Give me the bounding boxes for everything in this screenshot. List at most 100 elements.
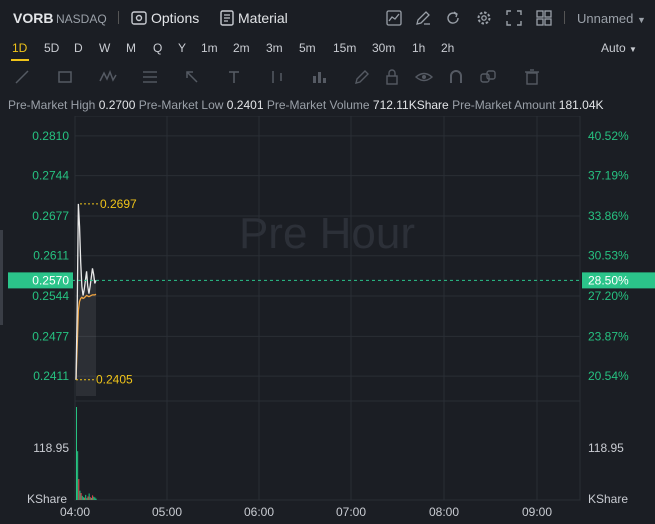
volume-bar <box>88 493 90 500</box>
current-price-line: 0.2570 28.50% <box>8 272 655 289</box>
percent-tick-label: 27.20% <box>588 289 629 303</box>
stat-label: Pre-Market Volume <box>266 98 370 112</box>
volume-bar <box>89 497 91 500</box>
timeframe-1d[interactable]: 1D <box>12 41 27 55</box>
pre-market-stats: Pre-Market High 0.2700 Pre-Market Low 0.… <box>8 98 604 112</box>
lock-tool-icon[interactable] <box>382 67 402 87</box>
volume-tick-label: 118.95 <box>33 441 69 455</box>
volume-bar <box>80 493 82 500</box>
timeframe-1m[interactable]: 1m <box>201 41 218 55</box>
volume-bar <box>78 479 80 500</box>
edit-icon[interactable] <box>414 9 432 27</box>
drawing-toolbar <box>0 62 655 92</box>
chart-bar-icon[interactable] <box>309 67 329 87</box>
pencil-tool-icon[interactable] <box>352 67 372 87</box>
percent-tick-label: 37.19% <box>588 169 629 183</box>
timeframe-2h[interactable]: 2h <box>441 41 454 55</box>
price-tick-label: 0.2477 <box>32 329 69 343</box>
wave-tool-icon[interactable] <box>98 67 118 87</box>
active-timeframe-indicator <box>11 59 29 61</box>
price-area <box>76 203 96 396</box>
price-axis-left: 0.2810 0.2744 0.2677 0.2611 0.2544 0.2477 0.24… <box>27 129 69 506</box>
chart-grid <box>74 116 581 501</box>
timeframe-w[interactable]: W <box>99 41 110 55</box>
volume-bar <box>90 497 92 500</box>
price-tick-label: 0.2411 <box>33 369 69 383</box>
bar-tool-icon[interactable] <box>267 67 287 87</box>
symbol-label[interactable]: VORB <box>13 10 53 26</box>
timeframe-5d[interactable]: 5D <box>44 41 59 55</box>
text-tool-icon[interactable] <box>224 67 244 87</box>
delete-tool-icon[interactable] <box>522 67 542 87</box>
timeframe-3m[interactable]: 3m <box>266 41 283 55</box>
material-icon[interactable] <box>218 9 236 27</box>
timeframe-m[interactable]: M <box>126 41 136 55</box>
price-tick-label: 0.2677 <box>32 209 69 223</box>
grid-icon[interactable] <box>535 9 553 27</box>
timeframe-q[interactable]: Q <box>153 41 162 55</box>
stat-value: 181.04K <box>558 98 604 112</box>
layout-select[interactable]: Unnamed ▼ <box>577 11 646 26</box>
current-percent-label: 28.50% <box>588 273 629 287</box>
volume-bar <box>76 407 77 500</box>
fullscreen-icon[interactable] <box>505 9 523 27</box>
rect-tool-icon[interactable] <box>55 67 75 87</box>
time-axis: 04:00 05:00 06:00 07:00 08:00 09:00 <box>60 505 552 519</box>
exchange-label: NASDAQ <box>56 12 107 26</box>
time-tick-label: 09:00 <box>522 505 552 519</box>
volume-bar <box>93 496 95 500</box>
timeframe-d[interactable]: D <box>74 41 83 55</box>
plot-frame <box>74 116 581 501</box>
time-tick-label: 05:00 <box>152 505 182 519</box>
chart-icon[interactable] <box>385 9 403 27</box>
timeframe-bar: 1D 5D D W M Q Y 1m 2m 3m 5m 15m 30m 1h 2… <box>0 36 655 62</box>
settings-icon[interactable] <box>475 9 493 27</box>
stat-value: 0.2401 <box>226 98 264 112</box>
current-price-label: 0.2570 <box>32 273 69 287</box>
refresh-icon[interactable] <box>444 9 462 27</box>
price-tick-label: 0.2744 <box>32 169 69 183</box>
timeframe-5m[interactable]: 5m <box>299 41 316 55</box>
caret-down-icon: ▼ <box>629 45 637 54</box>
link-tool-icon[interactable] <box>478 67 498 87</box>
percent-tick-label: 20.54% <box>588 369 629 383</box>
price-chart[interactable]: Pre Hour 0.28100.27440.26770.26110.25440… <box>0 116 655 524</box>
volume-bar <box>86 498 88 500</box>
line-tool-icon[interactable] <box>12 67 32 87</box>
eye-tool-icon[interactable] <box>414 67 434 87</box>
volume-tick-label: 118.95 <box>588 441 624 455</box>
caret-down-icon: ▼ <box>637 15 646 25</box>
time-tick-label: 08:00 <box>429 505 459 519</box>
timeframe-15m[interactable]: 15m <box>333 41 356 55</box>
timeframe-1h[interactable]: 1h <box>412 41 425 55</box>
options-icon[interactable] <box>130 9 148 27</box>
price-tick-label: 0.2544 <box>32 289 69 303</box>
price-tick-label: 0.2611 <box>33 249 69 263</box>
percent-axis-right: 40.52% 37.19% 33.86% 30.53% 27.20% 23.87% 20.5… <box>588 129 629 506</box>
stat-label: Pre-Market Low <box>138 98 224 112</box>
volume-bar <box>77 451 79 500</box>
volume-bar <box>95 498 97 500</box>
price-tick-label: 0.2810 <box>32 129 69 143</box>
percent-tick-label: 40.52% <box>588 129 629 143</box>
volume-unit-label: KShare <box>27 492 67 506</box>
timeframe-y[interactable]: Y <box>178 41 186 55</box>
material-button[interactable]: Material <box>238 10 288 26</box>
low-marker-label: 0.2405 <box>96 373 133 387</box>
volume-bar <box>85 494 87 500</box>
timeframe-30m[interactable]: 30m <box>372 41 395 55</box>
volume-bar <box>79 490 81 500</box>
arrow-tool-icon[interactable] <box>182 67 202 87</box>
magnet-tool-icon[interactable] <box>446 67 466 87</box>
volume-bar <box>87 496 89 500</box>
timeframe-2m[interactable]: 2m <box>233 41 250 55</box>
fib-tool-icon[interactable] <box>140 67 160 87</box>
stat-label: Pre-Market High <box>8 98 96 112</box>
scale-mode-label: Auto <box>601 41 626 55</box>
divider <box>118 11 119 24</box>
scale-mode-select[interactable]: Auto ▼ <box>601 41 637 55</box>
options-button[interactable]: Options <box>151 10 199 26</box>
time-tick-label: 07:00 <box>336 505 366 519</box>
high-marker-label: 0.2697 <box>100 197 137 211</box>
top-toolbar: VORB NASDAQ Options Material Unnamed ▼ <box>0 0 655 36</box>
